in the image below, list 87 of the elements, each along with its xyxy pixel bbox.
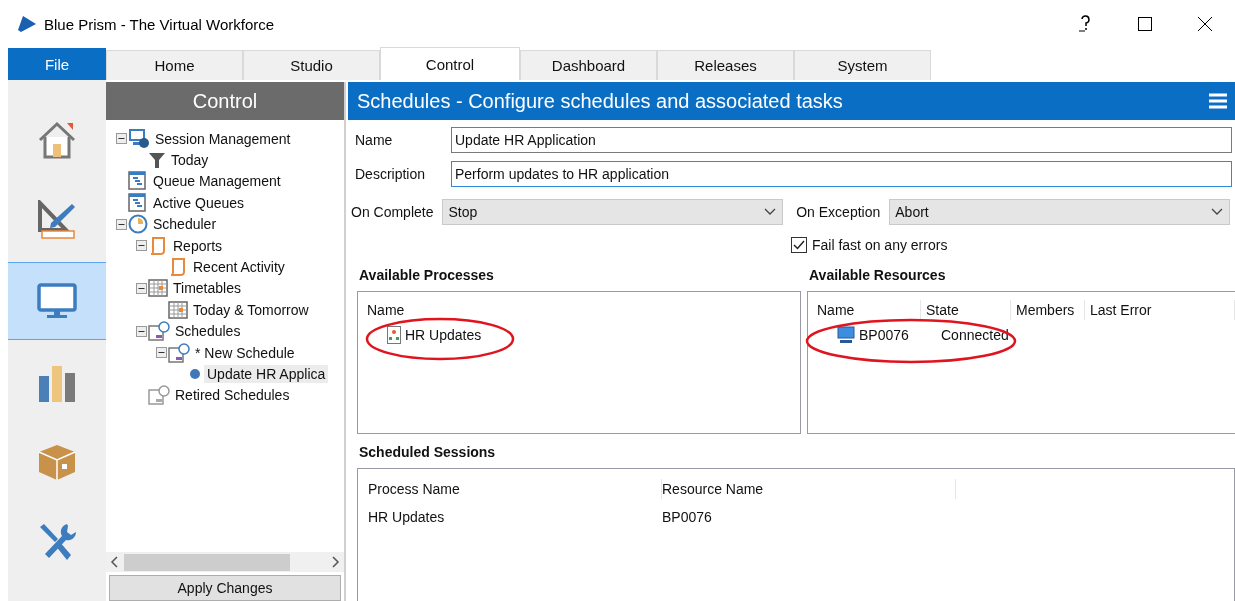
field-label: Name <box>355 132 394 148</box>
table-cell-text: HR Updates <box>368 509 446 525</box>
panel-title: Schedules - Configure schedules and associated tasks <box>357 89 843 113</box>
table-cell: Connected <box>941 327 1009 343</box>
report-icon <box>168 257 188 278</box>
app-logo-icon <box>18 16 36 32</box>
queue-icon <box>128 192 148 213</box>
package-icon <box>37 443 77 481</box>
column-header[interactable]: Resource Name <box>662 479 956 499</box>
on-complete-dropdown[interactable]: Stop <box>442 199 784 225</box>
file-button[interactable]: File <box>8 48 106 80</box>
column-header[interactable]: Name <box>367 300 405 320</box>
column-header[interactable]: Last Error <box>1085 300 1235 320</box>
queue-icon <box>128 171 148 192</box>
window-title: Blue Prism - The Virtual Workforce <box>44 15 276 33</box>
field-label: On Exception <box>796 204 881 220</box>
tree-item[interactable]: Schedules <box>172 322 244 341</box>
scroll-left-icon[interactable] <box>110 556 118 568</box>
home-icon <box>37 120 77 160</box>
tree-item[interactable]: Session Management <box>152 129 294 148</box>
collapse-icon[interactable] <box>135 282 147 294</box>
apply-changes-button[interactable]: Apply Changes <box>109 575 341 601</box>
description-field[interactable]: Perform updates to HR application <box>451 161 1232 187</box>
filter-icon <box>148 151 166 170</box>
tab[interactable]: Home <box>106 50 243 80</box>
horizontal-scrollbar[interactable] <box>106 552 344 572</box>
table-cell-text: BP0076 <box>662 509 713 525</box>
report-icon <box>148 235 168 256</box>
process-icon <box>387 326 401 344</box>
tree-item[interactable]: Queue Management <box>150 172 284 191</box>
monitor-icon <box>37 283 77 319</box>
column-header[interactable]: State <box>921 300 1011 320</box>
checkmark-icon <box>793 240 805 250</box>
tree-item[interactable]: Reports <box>170 236 226 255</box>
schedule-icon <box>148 321 170 342</box>
collapse-icon[interactable] <box>135 240 147 252</box>
tab[interactable]: Releases <box>657 50 794 80</box>
section-title: Available Resources <box>809 267 947 283</box>
column-header[interactable]: Process Name <box>368 479 662 499</box>
collapse-icon[interactable] <box>115 218 127 230</box>
name-field[interactable]: Update HR Application <box>451 127 1232 153</box>
clock-icon <box>128 214 148 235</box>
calendar-icon <box>168 299 188 320</box>
tree-item[interactable]: Scheduler <box>150 215 220 234</box>
field-label: On Complete <box>351 204 434 220</box>
schedule-icon <box>168 342 190 363</box>
help-icon <box>1078 15 1092 33</box>
close-icon <box>1198 17 1212 31</box>
menu-icon[interactable] <box>1209 93 1227 109</box>
chevron-down-icon <box>764 208 777 216</box>
tree-item[interactable]: Retired Schedules <box>172 386 293 405</box>
tab[interactable]: Control <box>380 47 520 80</box>
panel-title: Control <box>106 82 344 120</box>
section-title: Available Processes <box>359 267 495 283</box>
scroll-right-icon[interactable] <box>332 556 340 568</box>
column-header[interactable]: Members <box>1011 300 1085 320</box>
column-header[interactable]: Name <box>817 300 921 320</box>
collapse-icon[interactable] <box>135 325 147 337</box>
table-cell[interactable]: BP0076 <box>859 327 937 343</box>
tab[interactable]: Dashboard <box>520 50 657 80</box>
tree-item[interactable]: Today & Tomorrow <box>190 300 312 319</box>
retired-schedule-icon <box>148 385 170 406</box>
calendar-icon <box>148 278 168 299</box>
list-item[interactable]: HR Updates <box>405 327 482 343</box>
tree-item[interactable]: Timetables <box>170 279 244 298</box>
section-title: Scheduled Sessions <box>359 444 497 460</box>
computer-icon <box>837 326 855 344</box>
field-label: Description <box>355 166 427 182</box>
collapse-icon[interactable] <box>155 347 167 359</box>
tab[interactable]: System <box>794 50 931 80</box>
collapse-icon[interactable] <box>115 133 127 145</box>
tree-item[interactable]: Recent Activity <box>190 258 288 277</box>
chevron-down-icon <box>1211 208 1223 216</box>
bullet-icon <box>188 368 202 380</box>
tree-item[interactable]: Active Queues <box>150 193 248 212</box>
tree-item[interactable]: * New Schedule <box>192 343 298 362</box>
checkbox-label: Fail fast on any errors <box>812 237 948 253</box>
tree-item[interactable]: Update HR Applica <box>204 365 329 383</box>
nav-rail-item[interactable] <box>8 262 106 340</box>
tab[interactable]: Studio <box>243 50 380 80</box>
scrollbar-thumb[interactable] <box>124 553 290 571</box>
on-exception-dropdown[interactable]: Abort <box>889 199 1230 225</box>
checkbox[interactable] <box>791 237 807 253</box>
monitor-info-icon <box>128 128 150 149</box>
design-tools-icon <box>37 200 77 240</box>
maximize-icon <box>1138 17 1152 31</box>
tree-item[interactable]: Today <box>168 151 212 170</box>
